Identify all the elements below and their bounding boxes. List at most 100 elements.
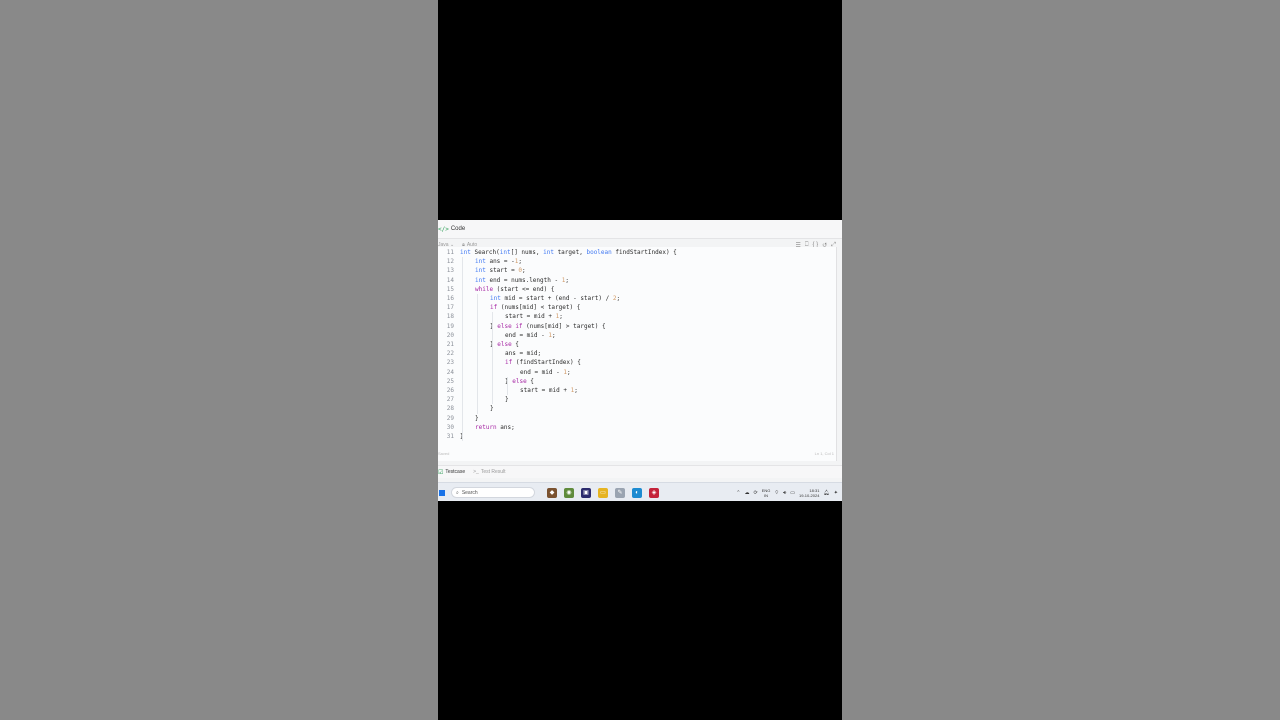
intellij-icon[interactable]: ▣ [581, 487, 591, 498]
clock[interactable]: 18:31 19-10-2024 [799, 488, 819, 498]
code-text: } [490, 405, 494, 413]
line-number: 21 [446, 341, 454, 348]
code-line: 11 int Search(int[] nums, int target, boo… [438, 248, 828, 257]
code-line: 28} [438, 404, 828, 413]
code-text: return ans; [475, 423, 515, 431]
battery-icon[interactable]: ▭ [790, 490, 795, 496]
code-text: } [475, 414, 479, 422]
video-frame: </> Code Java ⌄ 🔒︎ Auto ☰ ⎕ { } ↺ ⤢ 11 in… [438, 0, 842, 720]
widget-icon[interactable]: ◆ [547, 487, 557, 498]
code-text: } else if (nums[mid] > target) { [490, 322, 606, 330]
code-line: 19 } else if (nums[mid] > target) { [438, 322, 828, 331]
code-line: 22 ans = mid; [438, 349, 828, 358]
code-text: } [505, 396, 509, 404]
code-line: 20 end = mid - 1; [438, 331, 828, 340]
system-tray: ⌃ ☁ ⟳ ENG IN ⌔ 🔊︎ ▭ 18:31 19-10-2024 🔔︎ … [736, 488, 838, 498]
volume-icon[interactable]: 🔊︎ [783, 490, 786, 496]
line-number: 28 [446, 405, 454, 413]
chevron-up-icon[interactable]: ⌃ [736, 490, 740, 496]
code-line: 30 return ans; [438, 423, 828, 432]
checkbox-icon: ☑ [438, 469, 444, 476]
code-text: while (start <= end) { [475, 285, 555, 293]
code-line: 13 int start = 0; [438, 266, 828, 275]
code-line: 15 while (start <= end) { [438, 285, 828, 294]
line-number: 22 [446, 350, 454, 358]
input-language[interactable]: ENG IN [762, 488, 771, 498]
taskbar-search[interactable]: ⌕ Search [451, 487, 535, 498]
line-number: 29 [446, 414, 454, 422]
tab-test-result[interactable]: >_ Test Result [473, 469, 505, 475]
copilot-icon[interactable]: ✦ [834, 490, 838, 496]
line-number: 15 [446, 285, 454, 293]
code-text: start = mid + 1; [505, 313, 563, 321]
code-text: int end = nums.length - 1; [475, 276, 569, 284]
pen-icon[interactable]: ✎ [615, 487, 625, 498]
code-line: 18 start = mid + 1; [438, 312, 828, 321]
line-number: 30 [446, 423, 454, 431]
code-text: ans = mid; [505, 350, 542, 358]
line-number: 27 [446, 396, 454, 404]
code-text: int start = 0; [475, 267, 526, 275]
code-line: 14 int end = nums.length - 1; [438, 276, 828, 285]
wifi-icon[interactable]: ⌔ [774, 490, 779, 496]
code-text: if (nums[mid] < target) { [490, 304, 581, 312]
line-number: 16 [446, 295, 454, 302]
code-line: 26 start = mid + 1; [438, 386, 828, 395]
code-text: start = mid + 1; [520, 387, 578, 394]
indent-guide [477, 294, 478, 414]
line-number: 13 [446, 267, 454, 275]
bottom-tabs: ☑ Testcase >_ Test Result [438, 465, 842, 478]
app-icon[interactable]: ◈ [649, 487, 659, 498]
terminal-icon: >_ [473, 469, 479, 475]
status-saved: Saved [438, 451, 450, 456]
code-panel-header: </> Code [438, 220, 842, 239]
code-line: 24 end = mid - 1; [438, 368, 828, 377]
line-number: 26 [446, 387, 454, 394]
code-line: 23 if (findStartIndex) { [438, 358, 828, 367]
line-number: 31 [446, 433, 454, 440]
code-line: 21 } else { [438, 340, 828, 349]
line-number: 20 [446, 331, 454, 339]
code-text: end = mid - 1; [520, 368, 571, 376]
code-editor[interactable]: 11 int Search(int[] nums, int target, boo… [438, 247, 837, 461]
line-number: 24 [446, 368, 454, 376]
windows-start-icon[interactable] [439, 489, 445, 496]
line-number: 14 [446, 276, 454, 284]
search-icon: ⌕ [456, 489, 459, 496]
code-line: 25 } else { [438, 377, 828, 386]
code-text: end = mid - 1; [505, 331, 556, 339]
line-number: 18 [446, 313, 454, 321]
line-number: 11 [446, 249, 454, 256]
edge-icon[interactable]: ◐ [632, 487, 642, 498]
indent-guide [492, 312, 493, 405]
code-text: } else { [490, 341, 519, 348]
cloud-icon[interactable]: ☁ [745, 490, 750, 496]
code-text: int mid = start + (end - start) / 2; [490, 295, 621, 302]
indent-guide [507, 376, 508, 396]
line-number: 17 [446, 304, 454, 312]
code-line: 16 int mid = start + (end - start) / 2; [438, 294, 828, 303]
code-text: int Search(int[] nums, int target, boole… [460, 249, 677, 256]
code-text: } else { [505, 377, 534, 385]
line-number: 19 [446, 322, 454, 330]
bell-icon[interactable]: 🔔︎ [823, 490, 829, 496]
indent-guide [462, 257, 463, 442]
screen-capture: </> Code Java ⌄ 🔒︎ Auto ☰ ⎕ { } ↺ ⤢ 11 in… [438, 220, 842, 501]
code-line: 29} [438, 414, 828, 423]
windows-taskbar: ⌕ Search ◆ ◉ ▣ ▭ ✎ ◐ ◈ ⌃ ☁ ⟳ ENG IN ⌔ 🔊︎… [438, 482, 842, 501]
sync-icon[interactable]: ⟳ [754, 490, 758, 496]
chrome-icon[interactable]: ◉ [564, 487, 574, 498]
code-panel-title: Code [450, 226, 466, 232]
code-icon: </> [438, 225, 449, 233]
code-line: 17 if (nums[mid] < target) { [438, 303, 828, 312]
tab-testcase[interactable]: ☑ Testcase [438, 469, 465, 476]
code-text: int ans = -1; [475, 258, 522, 266]
line-number: 12 [446, 258, 454, 266]
code-line: 31} [438, 432, 828, 441]
code-line: 12 int ans = -1; [438, 257, 828, 266]
file-explorer-icon[interactable]: ▭ [598, 487, 608, 498]
status-cursor-position: Ln 1, Col 1 [814, 451, 834, 456]
code-text: if (findStartIndex) { [505, 359, 581, 367]
line-number: 25 [446, 377, 454, 385]
code-line: 27} [438, 395, 828, 404]
